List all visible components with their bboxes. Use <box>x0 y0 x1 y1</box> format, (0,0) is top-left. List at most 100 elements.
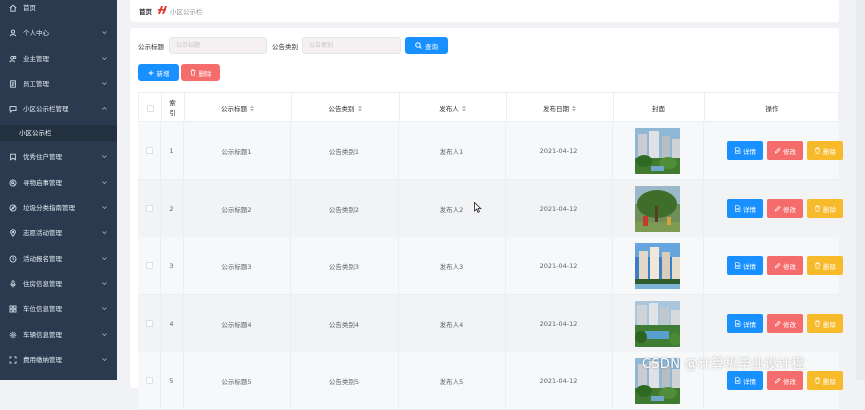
cell-date-text: 2021-04-12 <box>539 204 578 213</box>
page-scrollbar[interactable] <box>856 0 865 380</box>
cover-thumbnail[interactable] <box>635 127 680 174</box>
sort-icon[interactable] <box>461 105 466 112</box>
sidebar-item-2[interactable]: 业主管理 <box>0 51 117 67</box>
row-checkbox[interactable] <box>145 377 153 384</box>
row-checkbox[interactable] <box>145 147 153 154</box>
column-header-1[interactable]: 公示标题 <box>184 93 291 123</box>
edit-button[interactable]: 修改 <box>767 199 803 218</box>
plus-icon <box>148 70 153 75</box>
sort-icon[interactable] <box>250 105 254 112</box>
row-checkbox[interactable] <box>145 320 153 327</box>
batch-delete-button[interactable]: 删除 <box>181 64 220 81</box>
detail-button[interactable]: 详情 <box>727 141 763 160</box>
cell-index-text: 3 <box>169 261 174 270</box>
sidebar-item-13[interactable]: 费用缴纳管理 <box>0 352 117 368</box>
users-icon <box>9 55 17 63</box>
sidebar-item-label: 活动报名管理 <box>23 255 62 263</box>
detail-button[interactable]: 详情 <box>727 371 763 390</box>
sidebar-item-12[interactable]: 车辆信息管理 <box>0 327 117 343</box>
file-icon <box>735 147 741 154</box>
star-icon <box>10 153 16 161</box>
chevron-down-icon <box>102 181 107 184</box>
search-icon <box>415 42 422 49</box>
delete-button[interactable]: 删除 <box>807 371 843 390</box>
cell-title: 公示标题1 <box>183 122 290 179</box>
expand-icon <box>9 356 17 364</box>
sidebar-item-11[interactable]: 车位信息管理 <box>0 301 117 317</box>
sidebar-item-9[interactable]: 活动报名管理 <box>0 251 117 267</box>
delete-button[interactable]: 删除 <box>807 256 843 275</box>
cell-index: 1 <box>160 122 183 179</box>
row-checkbox[interactable] <box>145 262 153 269</box>
edit-button[interactable]: 修改 <box>767 371 803 390</box>
detail-button-label: 详情 <box>743 377 756 386</box>
trash-icon <box>190 69 195 76</box>
sidebar-item-0[interactable]: 首页 <box>0 0 117 16</box>
cover-thumbnail[interactable] <box>635 300 680 347</box>
edit-button[interactable]: 修改 <box>767 314 803 333</box>
sidebar-subitem-0[interactable]: 小区公示栏 <box>0 125 117 141</box>
cover-thumbnail[interactable] <box>635 242 680 289</box>
column-header-5: 封面 <box>613 93 704 123</box>
cell-type-text: 公告类别3 <box>328 262 360 271</box>
sidebar-item-label: 垃圾分类指南管理 <box>23 204 75 212</box>
location-icon <box>10 229 16 237</box>
sidebar-item-4[interactable]: 小区公示栏管理 <box>0 101 117 117</box>
cell-type: 公告类别2 <box>290 180 398 237</box>
sidebar: 首页 个人中心 业主管理 员工管理 小区公示栏管理 小区公示栏 优秀住户管理 寻… <box>0 0 117 380</box>
chevron-down-icon <box>102 155 107 158</box>
cell-date: 2021-04-12 <box>505 180 612 237</box>
sidebar-item-10[interactable]: 住房信息管理 <box>0 276 117 292</box>
cell-title-text: 公示标题4 <box>221 320 252 329</box>
sidebar-item-8[interactable]: 志愿活动管理 <box>0 225 117 241</box>
cover-thumbnail[interactable] <box>635 185 680 232</box>
sidebar-item-7[interactable]: 垃圾分类指南管理 <box>0 200 117 216</box>
select-all-checkbox[interactable] <box>146 104 154 112</box>
detail-button[interactable]: 详情 <box>727 199 763 218</box>
cell-title-text: 公示标题1 <box>221 147 252 156</box>
trash-icon <box>815 377 820 384</box>
detail-button[interactable]: 详情 <box>727 256 763 275</box>
sidebar-item-3[interactable]: 员工管理 <box>0 76 117 92</box>
chat-icon <box>9 106 17 113</box>
edit-button[interactable]: 修改 <box>767 256 803 275</box>
delete-button-label: 删除 <box>823 147 836 156</box>
sort-icon[interactable] <box>357 105 362 112</box>
query-button[interactable]: 查询 <box>405 37 448 54</box>
query-button-label: 查询 <box>425 42 438 51</box>
column-header-label: 发布人 <box>439 105 459 113</box>
select-all-cell <box>139 93 161 123</box>
sort-icon[interactable] <box>572 105 576 112</box>
delete-button[interactable]: 删除 <box>807 141 843 160</box>
chevron-down-icon <box>102 257 107 260</box>
delete-button[interactable]: 删除 <box>807 314 843 333</box>
title-search-input[interactable] <box>169 37 267 54</box>
cell-publisher: 发布人5 <box>398 352 505 409</box>
edit-button[interactable]: 修改 <box>767 141 803 160</box>
chevron-down-icon <box>102 82 107 85</box>
home-icon <box>9 4 17 12</box>
column-header-3[interactable]: 发布人 <box>399 93 506 123</box>
sidebar-item-label: 优秀住户管理 <box>23 153 62 161</box>
cell-index-text: 2 <box>169 204 174 213</box>
chevron-down-icon <box>102 282 107 285</box>
sidebar-item-6[interactable]: 寻物启事管理 <box>0 175 117 191</box>
pencil-icon <box>774 147 781 154</box>
sidebar-item-5[interactable]: 优秀住户管理 <box>0 149 117 165</box>
sidebar-item-label: 寻物启事管理 <box>23 179 62 187</box>
sidebar-item-1[interactable]: 个人中心 <box>0 25 117 41</box>
delete-button[interactable]: 删除 <box>807 199 843 218</box>
row-checkbox[interactable] <box>145 205 153 212</box>
type-search-input[interactable] <box>302 37 401 54</box>
column-header-4[interactable]: 发布日期 <box>506 93 613 123</box>
detail-button[interactable]: 详情 <box>727 314 763 333</box>
cell-index: 2 <box>160 180 183 237</box>
column-header-2[interactable]: 公告类别 <box>291 93 399 123</box>
trash-icon <box>815 147 820 154</box>
cell-cover <box>612 295 703 352</box>
column-header-label: 索引 <box>169 99 176 117</box>
detail-button-label: 详情 <box>743 262 756 271</box>
cell-type-text: 公告类别2 <box>328 205 360 214</box>
add-button[interactable]: 新增 <box>138 64 179 81</box>
breadcrumb-home[interactable]: 首页 <box>139 6 152 16</box>
